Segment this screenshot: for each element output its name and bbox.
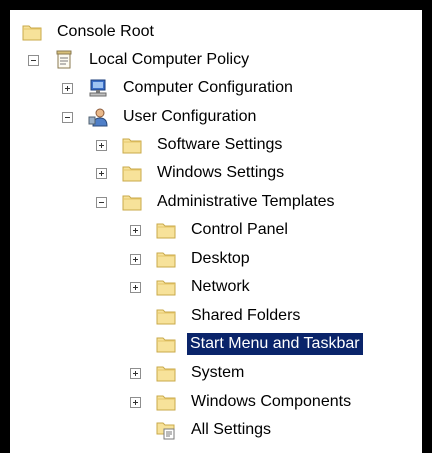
expand-button[interactable] xyxy=(130,225,141,236)
expand-button[interactable] xyxy=(62,83,73,94)
computer-icon xyxy=(89,79,107,97)
tree-item-label: Console Root xyxy=(57,23,154,40)
folder-icon xyxy=(156,280,176,296)
tree-item-label: Software Settings xyxy=(157,136,283,153)
tree-item-label: Desktop xyxy=(191,250,250,267)
tree-item-label: Local Computer Policy xyxy=(89,51,250,68)
expand-button[interactable] xyxy=(96,140,107,151)
folder-icon xyxy=(122,195,142,211)
collapse-button[interactable] xyxy=(96,197,107,208)
collapse-button[interactable] xyxy=(28,55,39,66)
folder-icon xyxy=(156,366,176,382)
collapse-button[interactable] xyxy=(62,112,73,123)
tree-item-label: Shared Folders xyxy=(191,307,301,324)
folder-icon xyxy=(156,223,176,239)
tree-item-label: User Configuration xyxy=(123,108,257,125)
expand-button[interactable] xyxy=(130,282,141,293)
policy-document-icon xyxy=(56,50,72,69)
expand-button[interactable] xyxy=(130,368,141,379)
expand-button[interactable] xyxy=(130,397,141,408)
folder-icon xyxy=(22,25,42,41)
folder-icon xyxy=(122,138,142,154)
tree-item-label: Computer Configuration xyxy=(123,79,293,96)
tree-item-label-selected: Start Menu and Taskbar xyxy=(187,333,363,355)
folder-icon xyxy=(156,337,176,353)
tree-item-label: Network xyxy=(191,278,250,295)
tree-item-label: Control Panel xyxy=(191,221,288,238)
console-tree: Console Root Local Computer Policy Compu… xyxy=(10,10,422,453)
expand-button[interactable] xyxy=(96,168,107,179)
folder-icon xyxy=(156,309,176,325)
folder-icon xyxy=(156,395,176,411)
folder-icon xyxy=(122,166,142,182)
tree-item-label: All Settings xyxy=(191,421,272,438)
folder-icon xyxy=(156,252,176,268)
tree-item-label: Windows Components xyxy=(191,393,352,410)
tree-item-label: System xyxy=(191,364,245,381)
tree-item-label: Windows Settings xyxy=(157,164,285,181)
user-icon xyxy=(88,108,108,127)
tree-item-label: Administrative Templates xyxy=(157,193,335,210)
expand-button[interactable] xyxy=(130,254,141,265)
all-settings-icon xyxy=(156,422,175,440)
